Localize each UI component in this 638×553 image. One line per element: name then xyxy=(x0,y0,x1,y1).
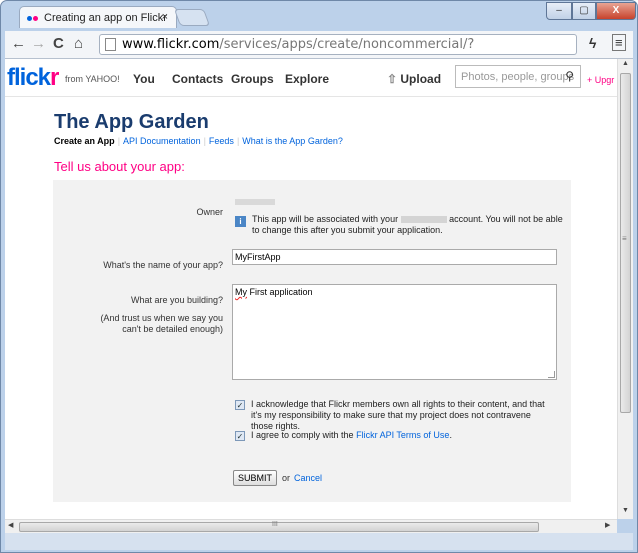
owner-info-text: This app will be associated with your ac… xyxy=(252,214,563,235)
extension-icon[interactable]: ϟ xyxy=(589,35,596,51)
page-icon xyxy=(105,38,116,51)
address-bar[interactable]: www.flickr.com/services/apps/create/nonc… xyxy=(99,34,577,55)
horizontal-scrollbar[interactable]: ◀ III ▶ xyxy=(5,519,617,533)
subnav-api-docs[interactable]: API Documentation xyxy=(123,136,201,146)
reload-icon[interactable]: C xyxy=(53,35,64,52)
app-form: Owner i This app will be associated with… xyxy=(53,180,571,502)
nav-explore[interactable]: Explore xyxy=(285,72,329,86)
nav-groups[interactable]: Groups xyxy=(231,72,274,86)
upgrade-link[interactable]: + Upgr xyxy=(587,75,614,85)
url-path: /services/apps/create/noncommercial/? xyxy=(219,37,475,52)
minimize-button[interactable]: – xyxy=(546,2,572,20)
nav-contacts[interactable]: Contacts xyxy=(172,72,223,86)
horizontal-scroll-thumb[interactable]: III xyxy=(19,521,539,532)
submit-button[interactable]: SUBMIT xyxy=(233,470,278,486)
app-name-input[interactable]: MyFirstApp xyxy=(232,249,557,265)
tab-title: Creating an app on Flickr xyxy=(44,12,167,24)
title-bar: Creating an app on Flickr × – ▢ X xyxy=(1,1,637,31)
page-title: The App Garden xyxy=(54,111,209,133)
acknowledge-text: I acknowledge that Flickr members own al… xyxy=(251,399,545,431)
nav-you[interactable]: You xyxy=(133,72,155,86)
terms-link[interactable]: Flickr API Terms of Use xyxy=(356,430,449,440)
from-yahoo-label: from YAHOO! xyxy=(65,74,120,84)
scroll-down-icon[interactable]: ▼ xyxy=(622,507,629,514)
flickr-logo[interactable]: flickr xyxy=(7,64,59,92)
subnav-what-is[interactable]: What is the App Garden? xyxy=(242,136,343,146)
subnav: Create an App | API Documentation | Feeds | Wh… xyxy=(54,136,343,146)
form-heading: Tell us about your app: xyxy=(54,159,185,174)
upload-icon: ⇧ xyxy=(387,72,401,86)
terms-checkbox[interactable]: ✓ xyxy=(235,431,245,441)
info-icon: i xyxy=(235,216,246,227)
app-description-textarea[interactable]: My First application xyxy=(232,284,557,380)
acknowledge-checkbox[interactable]: ✓ xyxy=(235,400,245,410)
subnav-feeds[interactable]: Feeds xyxy=(209,136,234,146)
page-content: flickr from YAHOO! You Contacts Groups E… xyxy=(5,59,617,519)
scroll-right-icon[interactable]: ▶ xyxy=(605,521,610,529)
vertical-scroll-thumb[interactable]: ≡ xyxy=(620,73,631,413)
search-icon[interactable]: ⚲ xyxy=(565,69,574,83)
forward-icon[interactable]: → xyxy=(31,35,46,52)
terms-text: I agree to comply with the Flickr API Te… xyxy=(251,430,452,440)
name-label: What's the name of your app? xyxy=(103,260,223,270)
maximize-button[interactable]: ▢ xyxy=(572,2,596,20)
vertical-scrollbar[interactable]: ▲ ≡ ▼ xyxy=(617,59,633,519)
flickr-favicon-dot-icon xyxy=(33,16,38,21)
tab-close-icon[interactable]: × xyxy=(162,11,168,23)
building-label: What are you building? xyxy=(130,295,223,305)
close-window-button[interactable]: X xyxy=(596,2,636,20)
flickr-header: flickr from YAHOO! You Contacts Groups E… xyxy=(5,59,617,97)
upload-link[interactable]: ⇧ Upload xyxy=(387,72,441,86)
browser-tab[interactable]: Creating an app on Flickr × xyxy=(19,6,177,28)
new-tab-button[interactable] xyxy=(173,9,211,26)
home-icon[interactable]: ⌂ xyxy=(74,35,83,52)
browser-toolbar: ← → C ⌂ www.flickr.com/services/apps/cre… xyxy=(5,31,633,59)
url-host: www.flickr.com xyxy=(122,37,220,52)
owner-label: Owner xyxy=(196,207,223,217)
or-text: or xyxy=(282,473,291,483)
scroll-up-icon[interactable]: ▲ xyxy=(622,60,629,67)
search-input[interactable]: Photos, people, groups ⚲ xyxy=(455,65,581,88)
owner-value-redacted xyxy=(235,199,275,205)
window-frame-bottom xyxy=(5,533,633,550)
browser-window: Creating an app on Flickr × – ▢ X ← → C … xyxy=(0,0,638,553)
menu-icon[interactable]: ≡ xyxy=(612,34,626,51)
subnav-create-app: Create an App xyxy=(54,136,115,146)
redacted-username xyxy=(400,216,447,224)
flickr-favicon-icon xyxy=(27,16,32,21)
cancel-link[interactable]: Cancel xyxy=(294,473,322,483)
back-icon[interactable]: ← xyxy=(11,35,26,52)
scroll-left-icon[interactable]: ◀ xyxy=(8,521,13,529)
building-hint: (And trust us when we say you can't be d… xyxy=(100,313,223,334)
resize-grip-icon[interactable] xyxy=(548,371,555,378)
search-placeholder: Photos, people, groups xyxy=(461,71,575,83)
